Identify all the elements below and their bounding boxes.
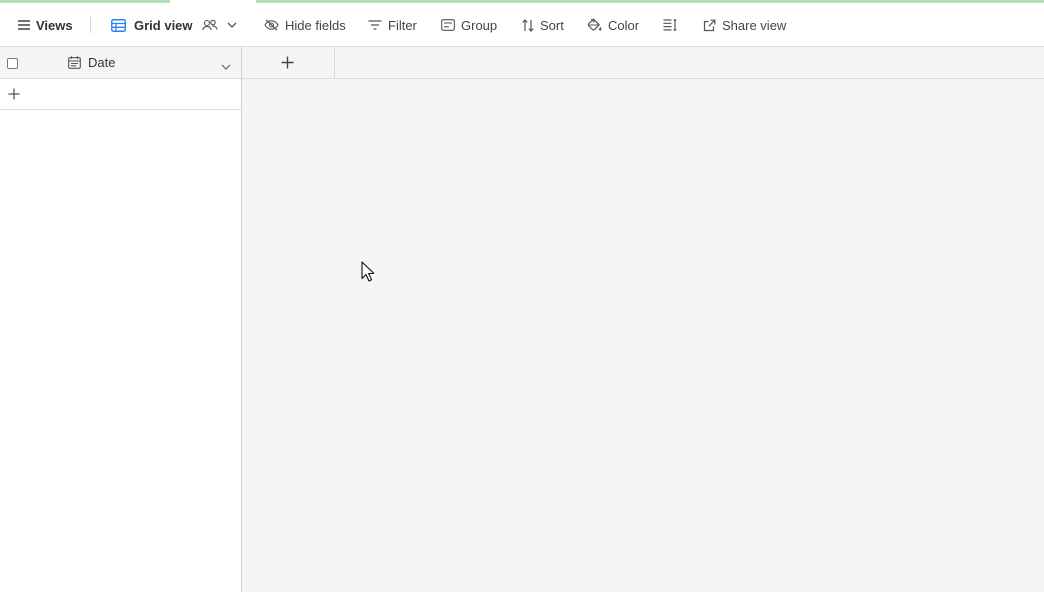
grid-header-extension [242, 47, 1044, 79]
share-view-label: Share view [722, 17, 787, 33]
grid-icon [111, 18, 126, 32]
filter-icon [368, 20, 382, 30]
group-button[interactable]: Group [441, 3, 497, 47]
plus-icon [281, 56, 294, 69]
eye-slash-icon [264, 19, 279, 31]
sort-icon [522, 18, 534, 32]
view-name: Grid view [134, 17, 193, 33]
group-label: Group [461, 17, 498, 33]
sort-label: Sort [540, 17, 564, 33]
views-button[interactable]: Views [18, 3, 73, 47]
add-field-button[interactable] [242, 47, 335, 78]
grid-view-switcher[interactable]: Grid view [111, 3, 237, 47]
people-icon [201, 19, 218, 31]
color-button[interactable]: Color [587, 3, 639, 47]
plus-icon [8, 88, 20, 100]
chevron-down-icon[interactable] [227, 22, 237, 28]
color-label: Color [608, 17, 640, 33]
hamburger-menu-icon [18, 20, 30, 30]
sort-button[interactable]: Sort [522, 3, 564, 47]
chevron-down-icon[interactable] [221, 57, 231, 75]
calendar-icon [68, 56, 81, 74]
row-height-icon [663, 19, 678, 31]
row-height-button[interactable] [663, 3, 678, 47]
grid-left-pane: Date [0, 47, 242, 592]
views-label: Views [36, 17, 73, 33]
filter-button[interactable]: Filter [368, 3, 417, 47]
add-record-row[interactable] [0, 79, 241, 110]
toolbar-divider [90, 17, 91, 33]
mouse-cursor-icon [361, 261, 375, 287]
field-name-label: Date [88, 55, 116, 70]
grid-canvas [242, 47, 1044, 592]
filter-label: Filter [388, 17, 417, 33]
external-link-icon [703, 19, 716, 32]
primary-field-header[interactable]: Date [33, 47, 241, 78]
hide-fields-label: Hide fields [285, 17, 346, 33]
group-icon [441, 19, 455, 31]
view-toolbar: Views Grid view Hide fields Filter Group [0, 3, 1044, 47]
hide-fields-button[interactable]: Hide fields [264, 3, 346, 47]
select-all-checkbox[interactable] [7, 58, 18, 69]
grid-header-row: Date [0, 47, 241, 79]
paint-bucket-icon [587, 18, 602, 32]
share-view-button[interactable]: Share view [703, 3, 786, 47]
